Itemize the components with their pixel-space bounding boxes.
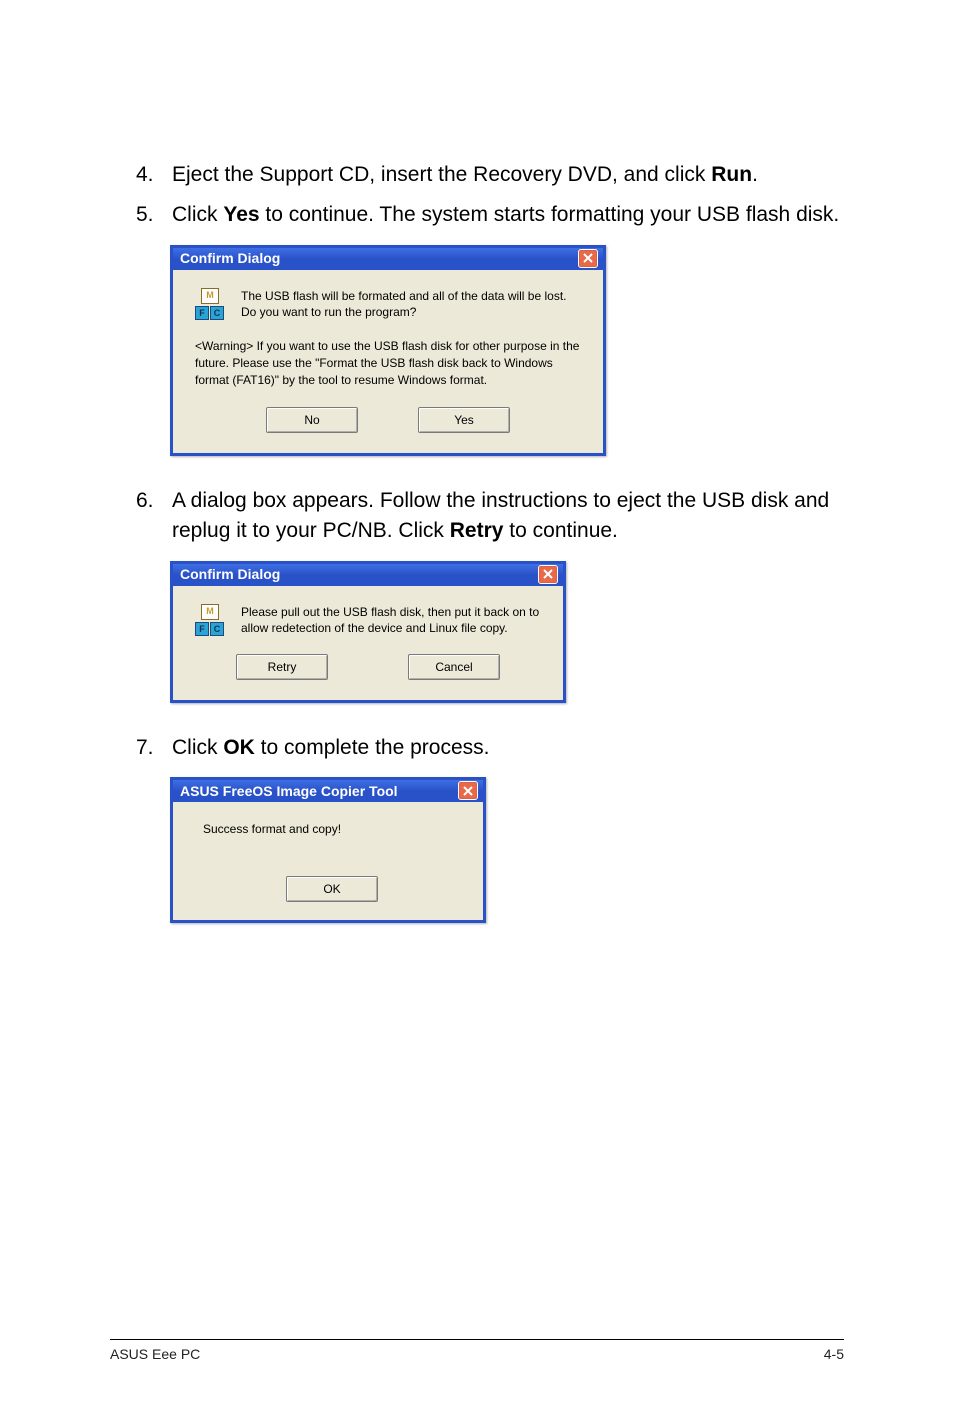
step-text: Click OK to complete the process. — [172, 733, 844, 763]
app-icon: M FC — [195, 604, 227, 636]
instruction-list: 4. Eject the Support CD, insert the Reco… — [110, 160, 844, 231]
dialog-2-wrap: Confirm Dialog M FC Please pull out the … — [170, 561, 844, 703]
instruction-list: 7. Click OK to complete the process. — [110, 733, 844, 763]
instruction-list: 6. A dialog box appears. Follow the inst… — [110, 486, 844, 547]
confirm-dialog-1: Confirm Dialog M FC The USB flash will b… — [170, 245, 606, 456]
step-text: A dialog box appears. Follow the instruc… — [172, 486, 844, 547]
page-footer: ASUS Eee PC 4-5 — [110, 1339, 844, 1362]
titlebar[interactable]: Confirm Dialog — [173, 248, 603, 270]
step-7: 7. Click OK to complete the process. — [110, 733, 844, 763]
app-icon: M FC — [195, 288, 227, 320]
close-icon[interactable] — [538, 565, 558, 584]
dialog-title: ASUS FreeOS Image Copier Tool — [180, 783, 398, 799]
dialog-message: Success format and copy! — [203, 822, 461, 836]
yes-button[interactable]: Yes — [418, 407, 510, 433]
success-dialog: ASUS FreeOS Image Copier Tool Success fo… — [170, 777, 486, 923]
dialog-3-wrap: ASUS FreeOS Image Copier Tool Success fo… — [170, 777, 844, 923]
titlebar[interactable]: ASUS FreeOS Image Copier Tool — [173, 780, 483, 802]
close-icon[interactable] — [458, 781, 478, 800]
page-number: 4-5 — [824, 1346, 844, 1362]
dialog-title: Confirm Dialog — [180, 566, 280, 582]
step-number: 7. — [110, 733, 172, 763]
step-6: 6. A dialog box appears. Follow the inst… — [110, 486, 844, 547]
dialog-warning: <Warning> If you want to use the USB fla… — [195, 338, 581, 388]
page: 4. Eject the Support CD, insert the Reco… — [0, 0, 954, 1418]
dialog-message: The USB flash will be formated and all o… — [241, 288, 581, 320]
step-5: 5. Click Yes to continue. The system sta… — [110, 200, 844, 230]
confirm-dialog-2: Confirm Dialog M FC Please pull out the … — [170, 561, 566, 703]
dialog-buttons: No Yes — [195, 407, 581, 433]
dialog-title: Confirm Dialog — [180, 250, 280, 266]
step-number: 5. — [110, 200, 172, 230]
step-4: 4. Eject the Support CD, insert the Reco… — [110, 160, 844, 190]
dialog-message-row: M FC The USB flash will be formated and … — [195, 288, 581, 320]
dialog-buttons: OK — [203, 876, 461, 902]
step-text: Eject the Support CD, insert the Recover… — [172, 160, 844, 190]
cancel-button[interactable]: Cancel — [408, 654, 500, 680]
step-number: 6. — [110, 486, 172, 547]
dialog-message-row: M FC Please pull out the USB flash disk,… — [195, 604, 541, 636]
dialog-buttons: Retry Cancel — [195, 654, 541, 680]
ok-button[interactable]: OK — [286, 876, 378, 902]
dialog-body: M FC Please pull out the USB flash disk,… — [173, 586, 563, 700]
titlebar[interactable]: Confirm Dialog — [173, 564, 563, 586]
step-number: 4. — [110, 160, 172, 190]
no-button[interactable]: No — [266, 407, 358, 433]
dialog-body: M FC The USB flash will be formated and … — [173, 270, 603, 453]
dialog-body: Success format and copy! OK — [173, 802, 483, 920]
retry-button[interactable]: Retry — [236, 654, 328, 680]
dialog-1-wrap: Confirm Dialog M FC The USB flash will b… — [170, 245, 844, 456]
dialog-message: Please pull out the USB flash disk, then… — [241, 604, 541, 636]
close-icon[interactable] — [578, 249, 598, 268]
step-text: Click Yes to continue. The system starts… — [172, 200, 844, 230]
footer-left: ASUS Eee PC — [110, 1346, 200, 1362]
